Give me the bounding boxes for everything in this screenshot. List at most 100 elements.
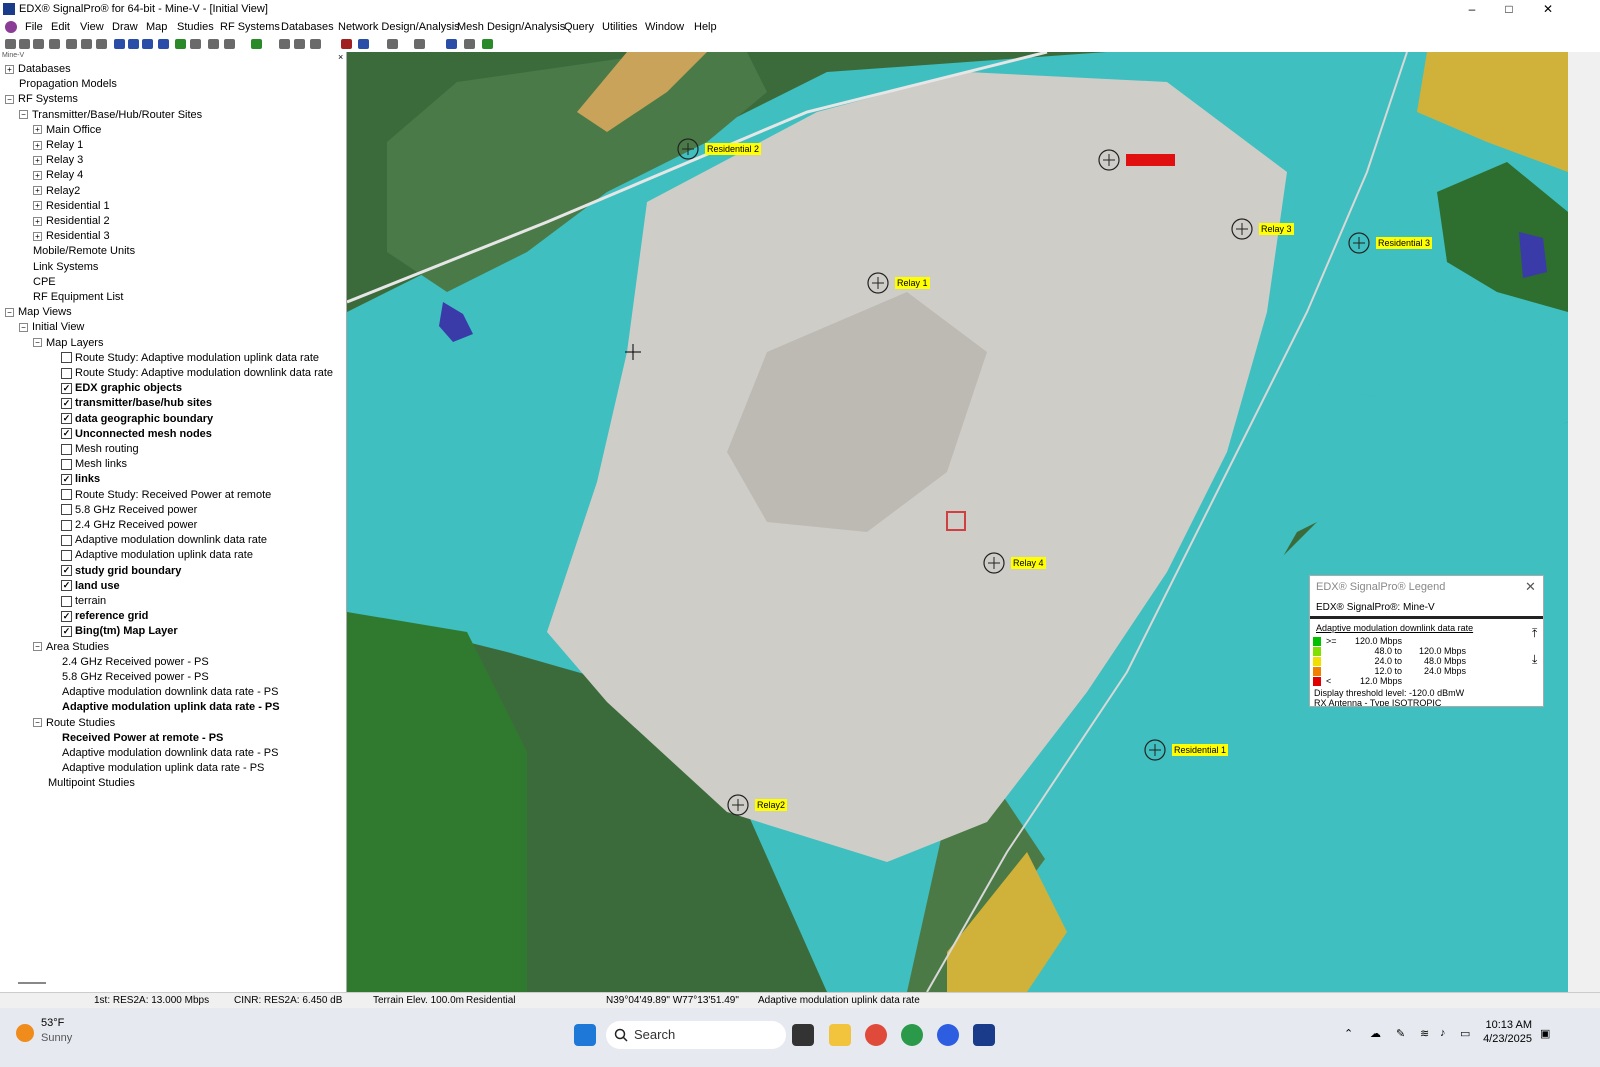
start-icon[interactable] xyxy=(574,1024,596,1046)
layer-checkbox[interactable] xyxy=(61,595,72,607)
task-view-icon[interactable] xyxy=(792,1024,814,1046)
chart-tool-icon[interactable] xyxy=(446,39,457,49)
vertical-scrollbar[interactable] xyxy=(1568,52,1600,992)
expand-icon[interactable]: + xyxy=(33,216,42,226)
zoom-out-icon[interactable] xyxy=(128,39,139,49)
pane-close-icon[interactable]: × xyxy=(338,52,343,62)
menu-studies[interactable]: Studies xyxy=(177,21,214,33)
menu-view[interactable]: View xyxy=(80,21,104,33)
tree-item[interactable]: Mobile/Remote Units xyxy=(33,244,135,259)
clock[interactable]: 10:13 AM 4/23/2025 xyxy=(1480,1018,1532,1046)
cut-icon[interactable] xyxy=(208,39,219,49)
network-tool-icon[interactable] xyxy=(414,39,425,49)
layer-checkbox[interactable]: ✓ xyxy=(61,382,72,394)
tree-item[interactable]: ✓ study grid boundary xyxy=(61,564,181,579)
minimize-button[interactable]: – xyxy=(1454,0,1490,18)
tree-item[interactable]: − Area Studies xyxy=(33,640,109,655)
collapse-icon[interactable]: − xyxy=(33,642,42,652)
menu-query[interactable]: Query xyxy=(564,21,594,33)
tree-item[interactable]: ✓ Unconnected mesh nodes xyxy=(61,427,212,442)
tree-item[interactable]: − Transmitter/Base/Hub/Router Sites xyxy=(19,108,202,123)
tree-item[interactable]: + Relay 3 xyxy=(33,153,83,168)
profile-icon[interactable] xyxy=(279,39,290,49)
signalpro-app-icon[interactable] xyxy=(973,1024,995,1046)
tree-item[interactable]: 2.4 GHz Received power - PS xyxy=(62,655,209,670)
layer-checkbox[interactable] xyxy=(61,443,72,455)
tree-item[interactable]: Link Systems xyxy=(33,260,98,275)
layer-checkbox[interactable]: ✓ xyxy=(61,397,72,409)
tree-item[interactable]: RF Equipment List xyxy=(33,290,123,305)
menu-databases[interactable]: Databases xyxy=(281,21,334,33)
tree-item[interactable]: − RF Systems xyxy=(5,92,78,107)
tree-item[interactable]: + Residential 3 xyxy=(33,229,110,244)
layer-checkbox[interactable]: ✓ xyxy=(61,625,72,637)
horizontal-scrollbar[interactable] xyxy=(18,982,46,984)
menu-edit[interactable]: Edit xyxy=(51,21,70,33)
collapse-icon[interactable]: − xyxy=(5,94,14,104)
tree-item[interactable]: Adaptive modulation uplink data rate xyxy=(61,548,253,563)
tree-item[interactable]: + Relay2 xyxy=(33,184,80,199)
layer-checkbox[interactable]: ✓ xyxy=(61,473,72,485)
tree-item[interactable]: + Residential 2 xyxy=(33,214,110,229)
layer-checkbox[interactable]: ✓ xyxy=(61,610,72,622)
tree-item[interactable]: − Map Layers xyxy=(33,336,103,351)
tree-item[interactable]: Route Study: Adaptive modulation uplink … xyxy=(61,351,319,366)
legend-tool-icon[interactable] xyxy=(464,39,475,49)
menu-map[interactable]: Map xyxy=(146,21,167,33)
layer-checkbox[interactable]: ✓ xyxy=(61,580,72,592)
site-tool-icon[interactable] xyxy=(251,39,262,49)
expand-icon[interactable]: + xyxy=(33,170,42,180)
expand-icon[interactable]: + xyxy=(33,140,42,150)
tree-item[interactable]: Mesh links xyxy=(61,457,127,472)
expand-icon[interactable]: + xyxy=(33,155,42,165)
maximize-button[interactable]: □ xyxy=(1491,0,1527,18)
tree-item[interactable]: + Relay 4 xyxy=(33,168,83,183)
tree-item[interactable]: Route Study: Adaptive modulation downlin… xyxy=(61,366,333,381)
layer-checkbox[interactable] xyxy=(61,352,72,364)
tree-item[interactable]: 5.8 GHz Received power xyxy=(61,503,197,518)
mesh-tool-icon[interactable] xyxy=(387,39,398,49)
legend-scroll-up-icon[interactable]: ⤒ xyxy=(1532,626,1537,641)
expand-icon[interactable]: + xyxy=(33,231,42,241)
layer-checkbox[interactable] xyxy=(61,458,72,470)
layer-checkbox[interactable] xyxy=(61,367,72,379)
menu-file[interactable]: File xyxy=(25,21,43,33)
copy-tool-icon[interactable] xyxy=(49,39,60,49)
tree-item[interactable]: Received Power at remote - PS xyxy=(62,731,223,746)
wifi-icon[interactable]: ≋ xyxy=(1420,1027,1429,1040)
taskbar-search[interactable]: Search xyxy=(606,1021,786,1049)
chrome-profile-icon[interactable] xyxy=(901,1024,923,1046)
tree-item[interactable]: ✓ reference grid xyxy=(61,609,148,624)
open-tool-icon[interactable] xyxy=(19,39,30,49)
speaker-icon[interactable]: ♪ xyxy=(1440,1027,1446,1039)
route-tool-icon[interactable] xyxy=(310,39,321,49)
menu-draw[interactable]: Draw xyxy=(112,21,138,33)
tree-item[interactable]: ✓ Bing(tm) Map Layer xyxy=(61,624,178,639)
menu-rf-systems[interactable]: RF Systems xyxy=(220,21,280,33)
tree-item[interactable]: ✓ links xyxy=(61,472,100,487)
menu-network-design[interactable]: Network Design/Analysis xyxy=(338,21,460,33)
zoom-box-icon[interactable] xyxy=(142,39,153,49)
pen-icon[interactable]: ✎ xyxy=(1396,1027,1405,1040)
ruler-icon[interactable] xyxy=(190,39,201,49)
tree-item[interactable]: Multipoint Studies xyxy=(48,776,135,791)
close-button[interactable]: ✕ xyxy=(1530,0,1566,18)
collapse-icon[interactable]: − xyxy=(33,338,42,348)
tree-item[interactable]: CPE xyxy=(33,275,56,290)
layer-checkbox[interactable] xyxy=(61,519,72,531)
collapse-icon[interactable]: − xyxy=(5,307,14,317)
layer-checkbox[interactable] xyxy=(61,504,72,516)
tree-item[interactable]: Adaptive modulation uplink data rate - P… xyxy=(62,761,264,776)
tree-item[interactable]: − Initial View xyxy=(19,320,84,335)
tree-item[interactable]: Mesh routing xyxy=(61,442,139,457)
layer-checkbox[interactable]: ✓ xyxy=(61,565,72,577)
tree-item[interactable]: terrain xyxy=(61,594,106,609)
new-tool-icon[interactable] xyxy=(5,39,16,49)
layers-tool-icon[interactable] xyxy=(96,39,107,49)
tree-item[interactable]: + Relay 1 xyxy=(33,138,83,153)
layer-checkbox[interactable] xyxy=(61,549,72,561)
weather-temp[interactable]: 53°F xyxy=(41,1017,64,1029)
layer-checkbox[interactable]: ✓ xyxy=(61,413,72,425)
tree-item[interactable]: Adaptive modulation downlink data rate -… xyxy=(62,685,278,700)
expand-icon[interactable]: + xyxy=(33,201,42,211)
